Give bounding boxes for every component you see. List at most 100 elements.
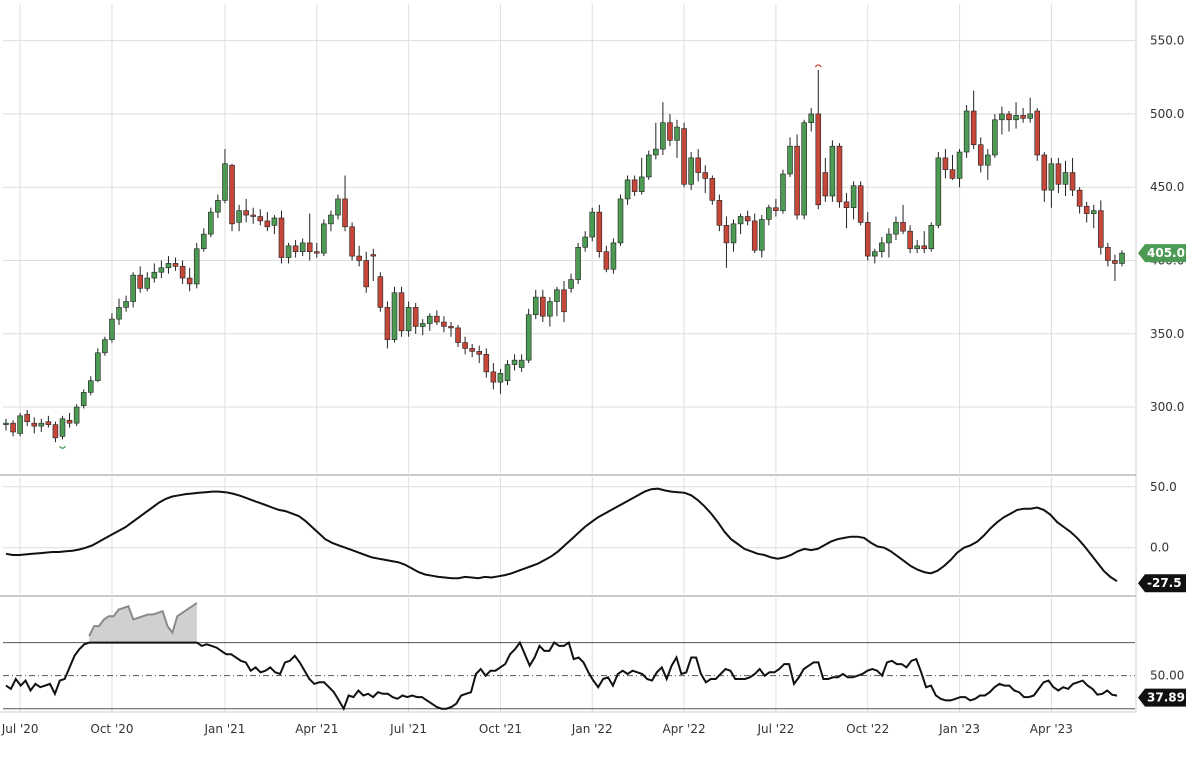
- candle[interactable]: [681, 122, 687, 188]
- candle[interactable]: [836, 143, 843, 208]
- candle[interactable]: [589, 207, 596, 242]
- candle[interactable]: [201, 228, 207, 252]
- candle[interactable]: [1069, 157, 1076, 196]
- candle[interactable]: [610, 238, 617, 274]
- candle[interactable]: [1034, 108, 1041, 161]
- candle[interactable]: [179, 260, 186, 284]
- candle[interactable]: [653, 122, 659, 160]
- candle[interactable]: [893, 216, 899, 240]
- candle[interactable]: [419, 319, 426, 336]
- candle[interactable]: [52, 421, 59, 443]
- candle[interactable]: [264, 212, 271, 232]
- candle[interactable]: [631, 175, 638, 196]
- candle[interactable]: [448, 322, 454, 337]
- candle[interactable]: [123, 295, 129, 312]
- candle[interactable]: [702, 165, 709, 194]
- candle[interactable]: [808, 108, 814, 132]
- candle[interactable]: [815, 69, 822, 210]
- candle[interactable]: [751, 213, 758, 254]
- candle[interactable]: [109, 313, 115, 343]
- candle[interactable]: [73, 404, 80, 427]
- candle[interactable]: [250, 207, 256, 224]
- candle[interactable]: [709, 175, 716, 205]
- candle[interactable]: [363, 251, 370, 293]
- candle[interactable]: [730, 219, 737, 252]
- candle[interactable]: [928, 222, 935, 252]
- price-panel[interactable]: [3, 64, 1125, 449]
- candle[interactable]: [1041, 152, 1048, 202]
- candle[interactable]: [462, 336, 468, 355]
- candle[interactable]: [172, 257, 179, 271]
- candle[interactable]: [243, 198, 249, 223]
- candle[interactable]: [977, 137, 984, 173]
- candle[interactable]: [469, 344, 475, 358]
- candle[interactable]: [335, 194, 341, 220]
- candle[interactable]: [314, 242, 320, 258]
- candle[interactable]: [405, 301, 412, 337]
- candle[interactable]: [24, 409, 30, 427]
- candle[interactable]: [102, 336, 108, 356]
- candle[interactable]: [667, 113, 673, 147]
- candle[interactable]: [603, 245, 610, 273]
- stock-chart[interactable]: 550.0500.0450.0400.0350.0300.050.00.050.…: [0, 0, 1200, 758]
- candle[interactable]: [1083, 201, 1090, 223]
- candle[interactable]: [370, 248, 377, 282]
- candle[interactable]: [970, 90, 977, 150]
- candle[interactable]: [582, 231, 588, 252]
- candle[interactable]: [992, 113, 998, 158]
- candle[interactable]: [780, 169, 786, 214]
- candle[interactable]: [511, 354, 518, 371]
- candle[interactable]: [532, 289, 539, 320]
- candle[interactable]: [398, 286, 405, 337]
- candle[interactable]: [292, 239, 299, 258]
- candle[interactable]: [822, 157, 829, 202]
- candle[interactable]: [236, 204, 242, 232]
- candle[interactable]: [151, 263, 158, 283]
- candle[interactable]: [328, 210, 334, 232]
- candle[interactable]: [921, 231, 927, 254]
- candle[interactable]: [497, 368, 504, 394]
- candle[interactable]: [617, 194, 624, 246]
- candle[interactable]: [801, 119, 807, 220]
- candle[interactable]: [391, 286, 398, 343]
- candle[interactable]: [688, 152, 694, 191]
- candle[interactable]: [87, 376, 94, 396]
- candle[interactable]: [1013, 102, 1019, 129]
- candle[interactable]: [518, 354, 525, 372]
- candle[interactable]: [561, 281, 567, 323]
- candle[interactable]: [137, 266, 143, 293]
- candle[interactable]: [985, 149, 991, 180]
- candle[interactable]: [1098, 200, 1104, 255]
- candle[interactable]: [886, 228, 892, 258]
- candle[interactable]: [427, 313, 433, 331]
- candle[interactable]: [956, 149, 963, 188]
- candle[interactable]: [864, 212, 871, 261]
- candle[interactable]: [377, 272, 384, 312]
- candle[interactable]: [674, 119, 680, 158]
- candle[interactable]: [349, 222, 355, 261]
- candle[interactable]: [1105, 242, 1111, 267]
- oscillator-panel[interactable]: [5, 487, 1118, 583]
- candle[interactable]: [766, 204, 772, 226]
- candle[interactable]: [306, 213, 313, 261]
- candle[interactable]: [547, 297, 553, 327]
- candle[interactable]: [441, 316, 447, 333]
- candle[interactable]: [59, 415, 66, 440]
- candle[interactable]: [215, 194, 221, 218]
- candle[interactable]: [999, 106, 1005, 135]
- candle[interactable]: [186, 267, 193, 292]
- candle[interactable]: [165, 256, 172, 274]
- rsi-panel[interactable]: [3, 602, 1135, 712]
- candle[interactable]: [80, 389, 87, 409]
- candle[interactable]: [914, 239, 920, 254]
- candle[interactable]: [758, 215, 765, 258]
- candle[interactable]: [857, 181, 864, 226]
- candle[interactable]: [45, 415, 52, 428]
- candle[interactable]: [872, 248, 878, 264]
- candle[interactable]: [158, 260, 165, 279]
- candle[interactable]: [829, 140, 836, 202]
- candle[interactable]: [504, 360, 511, 386]
- candle[interactable]: [455, 324, 461, 347]
- candle[interactable]: [66, 412, 73, 428]
- candle[interactable]: [17, 412, 23, 437]
